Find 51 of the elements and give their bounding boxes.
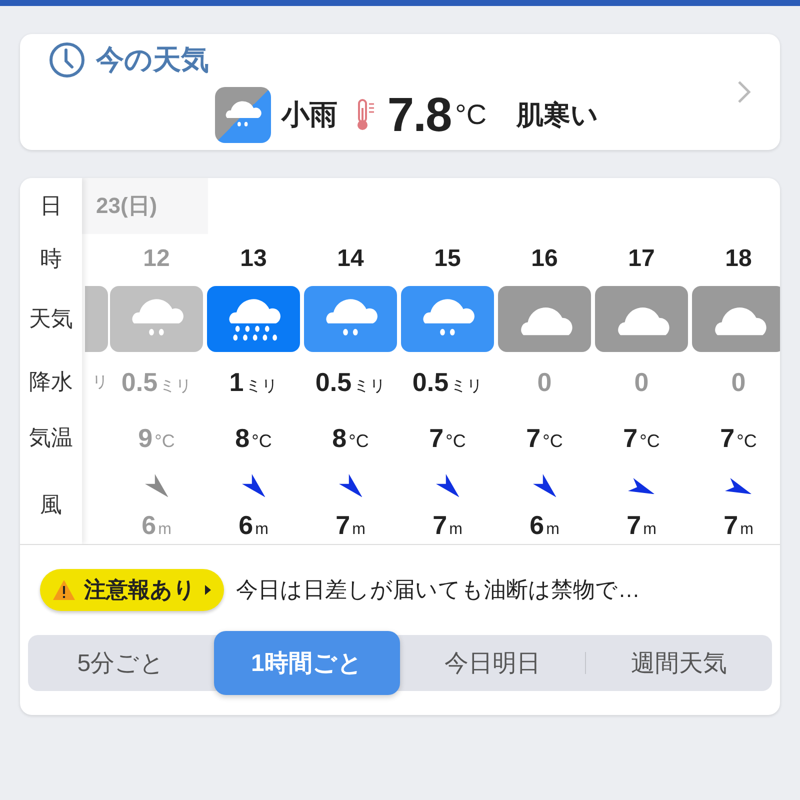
warning-icon bbox=[52, 579, 76, 601]
wind-speed-value: 7 m bbox=[432, 510, 462, 540]
section-title: 今の天気 bbox=[96, 43, 209, 77]
condition-text: 小雨 bbox=[281, 98, 338, 132]
row-label: 降水 bbox=[28, 368, 74, 396]
row-label: 時 bbox=[39, 245, 63, 273]
tab[interactable]: 今日明日 bbox=[400, 635, 586, 691]
chevron-right-icon bbox=[736, 79, 752, 105]
date-label: 23(日) bbox=[82, 178, 208, 234]
clock-icon bbox=[48, 41, 86, 79]
wind-speed-value: 6 m bbox=[238, 510, 268, 540]
temperature-value: 7°C bbox=[623, 422, 660, 454]
temperature-unit: °C bbox=[455, 99, 487, 131]
tab[interactable]: 1時間ごと bbox=[214, 631, 400, 695]
tab[interactable]: 5分ごと bbox=[28, 635, 214, 691]
hour-label: 14 bbox=[337, 245, 364, 273]
hour-label: 17 bbox=[628, 245, 655, 273]
temperature-value: 7°C bbox=[526, 422, 563, 454]
temperature-value: 7.8 bbox=[387, 88, 452, 142]
row-label: 気温 bbox=[28, 424, 74, 452]
wind-speed-value: 7 m bbox=[724, 510, 754, 540]
row-label: 日 bbox=[39, 192, 63, 220]
precipitation-value: 0.5 ミリ bbox=[121, 366, 192, 398]
precipitation-value: 0 bbox=[634, 366, 649, 398]
alert-text[interactable]: 今日は日差しが届いても油断は禁物で… bbox=[236, 575, 640, 605]
wind-speed-value: 6 m bbox=[530, 510, 560, 540]
row-label: 風 bbox=[39, 491, 63, 519]
feel-text: 肌寒い bbox=[516, 99, 599, 132]
precipitation-value: 0.5 ミリ bbox=[315, 366, 386, 398]
hour-label: 13 bbox=[240, 245, 267, 273]
wind-speed-value: 7 m bbox=[626, 510, 656, 540]
temperature-value: 9°C bbox=[138, 422, 175, 454]
temperature-value: 7°C bbox=[429, 422, 466, 454]
precipitation-value: 0.5 ミリ bbox=[412, 366, 483, 398]
precipitation-value: 0 bbox=[731, 366, 746, 398]
hour-label: 18 bbox=[725, 245, 752, 273]
temperature-value: 8°C bbox=[332, 422, 369, 454]
wind-speed-value: 7 m bbox=[336, 510, 366, 540]
hour-label: 15 bbox=[434, 245, 461, 273]
hour-label: 16 bbox=[531, 245, 558, 273]
precipitation-value: 0 bbox=[537, 366, 552, 398]
hour-label: 12 bbox=[143, 245, 170, 273]
tab[interactable]: 週間天気 bbox=[586, 635, 772, 691]
row-label: 天気 bbox=[28, 305, 74, 333]
temperature-value: 7°C bbox=[720, 422, 757, 454]
wind-speed-value: 6 m bbox=[142, 510, 172, 540]
temperature-value: 8°C bbox=[235, 422, 272, 454]
warning-badge[interactable]: 注意報あり bbox=[40, 569, 224, 611]
precipitation-unit: リ bbox=[92, 372, 108, 392]
caret-icon bbox=[204, 584, 212, 596]
precipitation-value: 1 ミリ bbox=[229, 366, 278, 398]
